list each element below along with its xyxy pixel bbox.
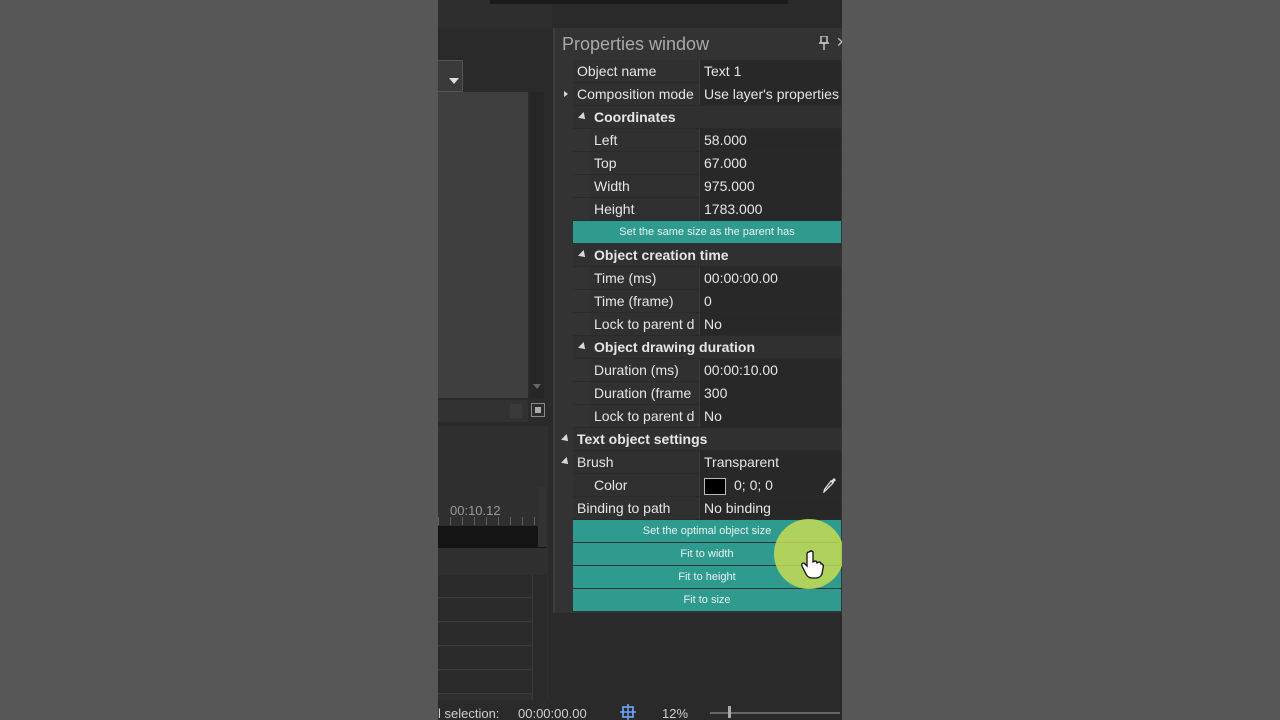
prop-key: Color [573, 474, 699, 496]
prop-lock-creation[interactable]: Lock to parent d No [573, 313, 841, 336]
preview-scrollbar[interactable] [530, 92, 544, 398]
eyedropper-icon[interactable] [823, 477, 837, 493]
section-creation-time[interactable]: Object creation time [573, 244, 841, 267]
prop-key: Duration (frame [590, 382, 699, 404]
prop-value[interactable]: No [699, 313, 841, 335]
prop-key: Duration (ms) [590, 359, 699, 381]
timeline-vscrollbar[interactable] [532, 575, 547, 705]
prop-height[interactable]: Height 1783.000 [573, 198, 841, 221]
timeline-scrollbar[interactable] [538, 487, 546, 547]
prop-key: Time (ms) [590, 267, 699, 289]
section-coordinates[interactable]: Coordinates [573, 106, 841, 129]
pin-icon[interactable] [819, 36, 829, 50]
color-swatch[interactable] [704, 477, 726, 495]
prop-value[interactable]: 67.000 [699, 152, 841, 174]
selection-value: 00:00:00.00 [518, 706, 587, 720]
timeline-track[interactable] [438, 671, 546, 694]
prop-value[interactable]: 975.000 [699, 175, 841, 197]
prop-key: Lock to parent d [590, 405, 699, 427]
zoom-slider-handle[interactable] [728, 706, 731, 718]
prop-lock-duration[interactable]: Lock to parent d No [573, 405, 841, 428]
timeline-track[interactable] [438, 599, 546, 622]
prop-key: Object name [573, 60, 703, 82]
prop-object-name[interactable]: Object name Text 1 [573, 60, 841, 83]
prop-key: Binding to path [573, 497, 699, 519]
prop-key: Composition mode [573, 83, 699, 105]
prop-duration-ms[interactable]: Duration (ms) 00:00:10.00 [573, 359, 841, 382]
prop-key: Brush [573, 451, 699, 473]
prop-value[interactable]: No binding [699, 497, 841, 519]
chevron-down-icon [449, 78, 459, 84]
same-size-as-parent-button[interactable]: Set the same size as the parent has [573, 221, 841, 243]
prop-color[interactable]: Color 0; 0; 0 [573, 474, 841, 497]
prop-top[interactable]: Top 67.000 [573, 152, 841, 175]
timeline-track-main[interactable] [438, 526, 546, 548]
timeline-track[interactable] [438, 575, 546, 598]
prop-time-ms[interactable]: Time (ms) 00:00:00.00 [573, 267, 841, 290]
prop-value[interactable]: 58.000 [699, 129, 841, 151]
zoom-level: 12% [662, 706, 689, 720]
prop-value[interactable]: 00:00:00.00 [699, 267, 841, 289]
view-dropdown[interactable] [438, 60, 463, 92]
section-header: Text object settings [577, 431, 708, 447]
prop-left[interactable]: Left 58.000 [573, 129, 841, 152]
collapse-icon[interactable] [561, 434, 571, 444]
color-text: 0; 0; 0 [734, 477, 773, 493]
preview-area [438, 92, 528, 398]
section-drawing-duration[interactable]: Object drawing duration [573, 336, 841, 359]
fit-to-size-button[interactable]: Fit to size [573, 589, 841, 611]
section-header: Object drawing duration [594, 339, 756, 355]
scroll-right-button[interactable] [510, 404, 522, 418]
collapse-icon[interactable] [578, 250, 588, 260]
prop-key: Height [590, 198, 699, 220]
timeline-track[interactable] [438, 623, 546, 646]
right-backdrop [842, 0, 1280, 720]
collapse-icon[interactable] [578, 112, 588, 122]
collapse-icon[interactable] [561, 457, 571, 467]
expand-icon[interactable] [564, 91, 568, 97]
prop-key: Left [590, 129, 699, 151]
scroll-down-icon[interactable] [533, 384, 541, 389]
timeline-ruler[interactable] [438, 517, 544, 525]
section-header: Coordinates [594, 109, 676, 125]
prop-duration-frame[interactable]: Duration (frame 300 [573, 382, 841, 405]
timeline-time-label: 00:10.12 [450, 503, 501, 518]
timeline-track[interactable] [438, 647, 546, 670]
prop-value[interactable]: 1783.000 [699, 198, 841, 220]
section-text-settings[interactable]: Text object settings [561, 428, 841, 451]
top-edge [490, 0, 788, 4]
prop-value[interactable]: 0 [699, 290, 841, 312]
prop-value[interactable]: Text 1 [699, 60, 841, 82]
prop-brush[interactable]: Brush Transparent [561, 451, 841, 474]
color-value[interactable]: 0; 0; 0 [699, 474, 841, 496]
prop-value[interactable]: Transparent [699, 451, 841, 473]
editor-window: 00:10.12 Properties window ✕ Object name… [438, 0, 842, 720]
collapse-icon[interactable] [578, 342, 588, 352]
status-bar: l selection: 00:00:00.00 12% [438, 700, 842, 720]
prop-composition-mode[interactable]: Composition mode Use layer's properties [564, 83, 841, 106]
prop-key: Lock to parent d [590, 313, 699, 335]
prop-value[interactable]: Use layer's properties [699, 83, 841, 105]
prop-key: Width [590, 175, 699, 197]
prop-value[interactable]: No [699, 405, 841, 427]
hand-cursor-icon [801, 550, 824, 579]
panel-title: Properties window [562, 34, 710, 54]
prop-key: Time (frame) [590, 290, 699, 312]
close-icon[interactable]: ✕ [836, 34, 842, 51]
prop-key: Top [590, 152, 699, 174]
section-header: Object creation time [594, 247, 729, 263]
prop-value[interactable]: 00:00:10.00 [699, 359, 841, 381]
left-backdrop [0, 0, 438, 720]
stop-icon[interactable] [531, 403, 545, 417]
fit-view-icon[interactable] [619, 704, 637, 720]
top-toolbar-strip [438, 0, 552, 28]
prop-time-frame[interactable]: Time (frame) 0 [573, 290, 841, 313]
selection-label: l selection: [438, 706, 500, 720]
prop-binding[interactable]: Binding to path No binding [573, 497, 841, 520]
prop-value[interactable]: 300 [699, 382, 841, 404]
prop-width[interactable]: Width 975.000 [573, 175, 841, 198]
